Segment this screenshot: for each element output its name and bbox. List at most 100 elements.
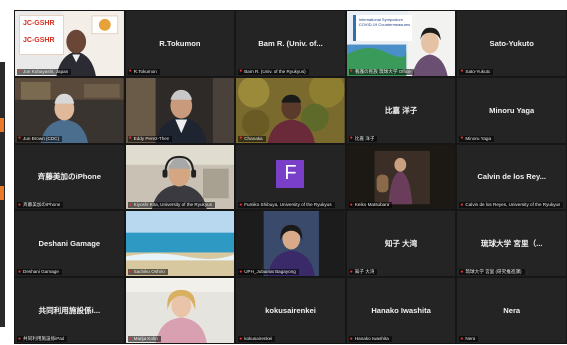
participant-name: 比嘉 洋子 [354,135,375,141]
mic-muted-icon: ● [239,268,243,275]
participant-tile[interactable]: 知子 大湾 ● 知子 大湾 [346,211,456,277]
participant-name-tag: ● Jun Brown (CDC) [17,135,63,142]
mic-muted-icon: ● [460,68,464,75]
participant-name-tag: ● Nera [459,336,479,342]
participant-tile[interactable]: ● Jun Brown (CDC) [15,77,124,143]
participant-video [15,77,124,143]
brand-logo: JC-GSHR [23,20,55,27]
participant-tile[interactable]: ● UPH_Jubairiat Bagayong [236,211,345,277]
participant-tile[interactable]: F ● Fumiko Shibuya, University of the Ry… [236,144,345,210]
mic-muted-icon: ● [239,201,243,208]
participant-tile[interactable]: Deshani Gamage ● Deshani Gamage [15,211,124,277]
participant-name: UPH_Jubairiat Bagayong [244,269,296,275]
participant-center-name: 知子 大湾 [384,239,418,249]
participant-name: Deshani Gamage [23,269,59,275]
participant-center-name: 斉藤美加のiPhone [37,172,101,182]
participant-video [236,211,345,277]
mic-muted-icon: ● [128,68,132,75]
mic-muted-icon: ● [349,268,353,275]
participant-tile[interactable]: 琉球大学 宮里（... ● 琉球大学 宮里 (研究推進課) [457,211,566,277]
participant-name: Eddy Perez-Then [133,135,170,141]
mic-muted-icon: ● [239,335,243,342]
participant-tile[interactable]: Nera ● Nera [457,278,566,343]
participant-center-name: 琉球大学 宮里（... [480,239,543,249]
participant-name: Sato-Yukuto [465,68,491,74]
participant-name-tag: ● Eddy Perez-Then [127,135,173,142]
participant-name: 共同利用施設係iPad [23,336,65,341]
mic-muted-icon: ● [18,201,22,208]
participant-tile[interactable]: 比嘉 洋子 ● 比嘉 洋子 [346,77,456,143]
participant-center-name: Deshani Gamage [38,239,101,249]
edge-accent-bottom [0,186,4,200]
brand-logo: JC-GSHR [23,37,55,44]
participant-name: Hanako Iwashita [354,336,389,341]
participant-name-tag: ● Calvin de los Reyes, University of the… [459,201,564,209]
participant-name-tag: ● R.Tokumon [127,68,160,75]
participant-name-tag: ● 斉藤美加のiPhone [17,201,64,209]
mic-muted-icon: ● [18,268,22,275]
participant-tile[interactable]: kokusairenkei ● kokusairenkei [236,278,345,343]
participant-name-tag: ● Kiyoshi Kita, University of the Ryukyu… [127,202,216,209]
participant-name-tag: ● 比嘉 洋子 [348,135,378,142]
participant-center-name: Hanako Iwashita [371,306,431,316]
participant-tile[interactable]: ● Keiko Matsubara [346,144,456,210]
participant-tile[interactable]: ● Marija Kolin [125,278,235,343]
participant-name-tag: ● UPH_Jubairiat Bagayong [238,268,299,276]
participant-center-name: Calvin de los Rey... [477,172,547,182]
participant-tile[interactable]: International Symposium COVID-19 Counter… [346,11,456,76]
participant-video [125,144,235,210]
mic-muted-icon: ● [349,335,353,342]
mic-muted-icon: ● [349,68,353,75]
participant-tile[interactable]: Minoru Yaga ● Minoru Yaga [457,77,566,143]
mic-muted-icon: ● [460,201,464,208]
mic-muted-icon: ● [18,68,22,75]
active-speaker-tile[interactable]: ● Kiyoshi Kita, University of the Ryukyu… [125,144,235,210]
participant-name: Minoru Yaga [465,135,492,141]
participant-video [346,144,456,210]
participant-video [125,211,235,277]
participant-tile[interactable]: ● Chanaka [236,77,345,143]
participant-tile[interactable]: ● Sachiko Oshiro [125,211,235,277]
participant-tile[interactable]: 共同利用施設係i... ● 共同利用施設係iPad [15,278,124,343]
participant-name-tag: ● Chanaka [238,135,266,142]
mic-muted-icon: ● [239,68,243,75]
participant-name-tag: ● 琉球大学 宮里 (研究推進課) [459,269,525,276]
brand-banner: JC-GSHR JC-GSHR [19,15,64,55]
participant-name: Nera [465,336,476,341]
participant-tile[interactable]: ● Eddy Perez-Then [125,77,235,143]
participant-name: Marija Kolin [133,336,158,341]
slide-title-text: International Symposium COVID-19 Counter… [358,17,411,27]
participant-center-name: 比嘉 洋子 [384,105,418,115]
mic-muted-icon: ● [239,135,243,142]
gallery-grid: JC-GSHR JC-GSHR ● Jun Kobayashi, Japan R… [14,10,567,344]
participant-name-tag: ● Deshani Gamage [17,268,62,276]
participant-tile[interactable]: 斉藤美加のiPhone ● 斉藤美加のiPhone [15,144,124,210]
participant-tile[interactable]: Bam R. (Univ. of... ● Bam R. (Univ. of t… [236,11,345,76]
participant-name: 看護の民族 琉球大学 Office [354,68,411,74]
participant-center-name: Nera [503,306,521,316]
participant-tile[interactable]: R.Tokumon ● R.Tokumon [125,11,235,76]
participant-tile[interactable]: Calvin de los Rey... ● Calvin de los Rey… [457,144,566,210]
participant-name: Jun Brown (CDC) [23,135,60,141]
participant-center-name: kokusairenkei [265,306,316,316]
participant-name-tag: ● kokusairenkei [238,335,276,342]
participant-name: Keiko Matsubara [354,202,390,208]
participant-name: 斉藤美加のiPhone [23,202,61,208]
participant-tile[interactable]: JC-GSHR JC-GSHR ● Jun Kobayashi, Japan [15,11,124,76]
participant-tile[interactable]: Sato-Yukuto ● Sato-Yukuto [457,11,566,76]
participant-center-name: Sato-Yukuto [489,38,534,48]
participant-name: 知子 大湾 [354,269,375,275]
participant-name-tag: ● Minoru Yaga [459,135,495,142]
participant-name-tag: ● Keiko Matsubara [348,202,393,209]
participant-name-tag: ● Sato-Yukuto [459,68,494,75]
participant-center-name: Bam R. (Univ. of... [258,38,323,48]
participant-name-tag: ● Jun Kobayashi, Japan [17,68,72,75]
participant-center-name: Minoru Yaga [489,105,535,115]
participant-name-tag: ● Hanako Iwashita [348,335,392,342]
participant-tile[interactable]: Hanako Iwashita ● Hanako Iwashita [346,278,456,343]
participant-name-tag: ● 看護の民族 琉球大学 Office [348,68,414,75]
participant-center-name: 共同利用施設係i... [38,306,101,316]
participant-name-tag: ● Sachiko Oshiro [127,269,168,276]
participant-name: Chanaka [244,135,263,141]
mic-muted-icon: ● [349,135,353,142]
